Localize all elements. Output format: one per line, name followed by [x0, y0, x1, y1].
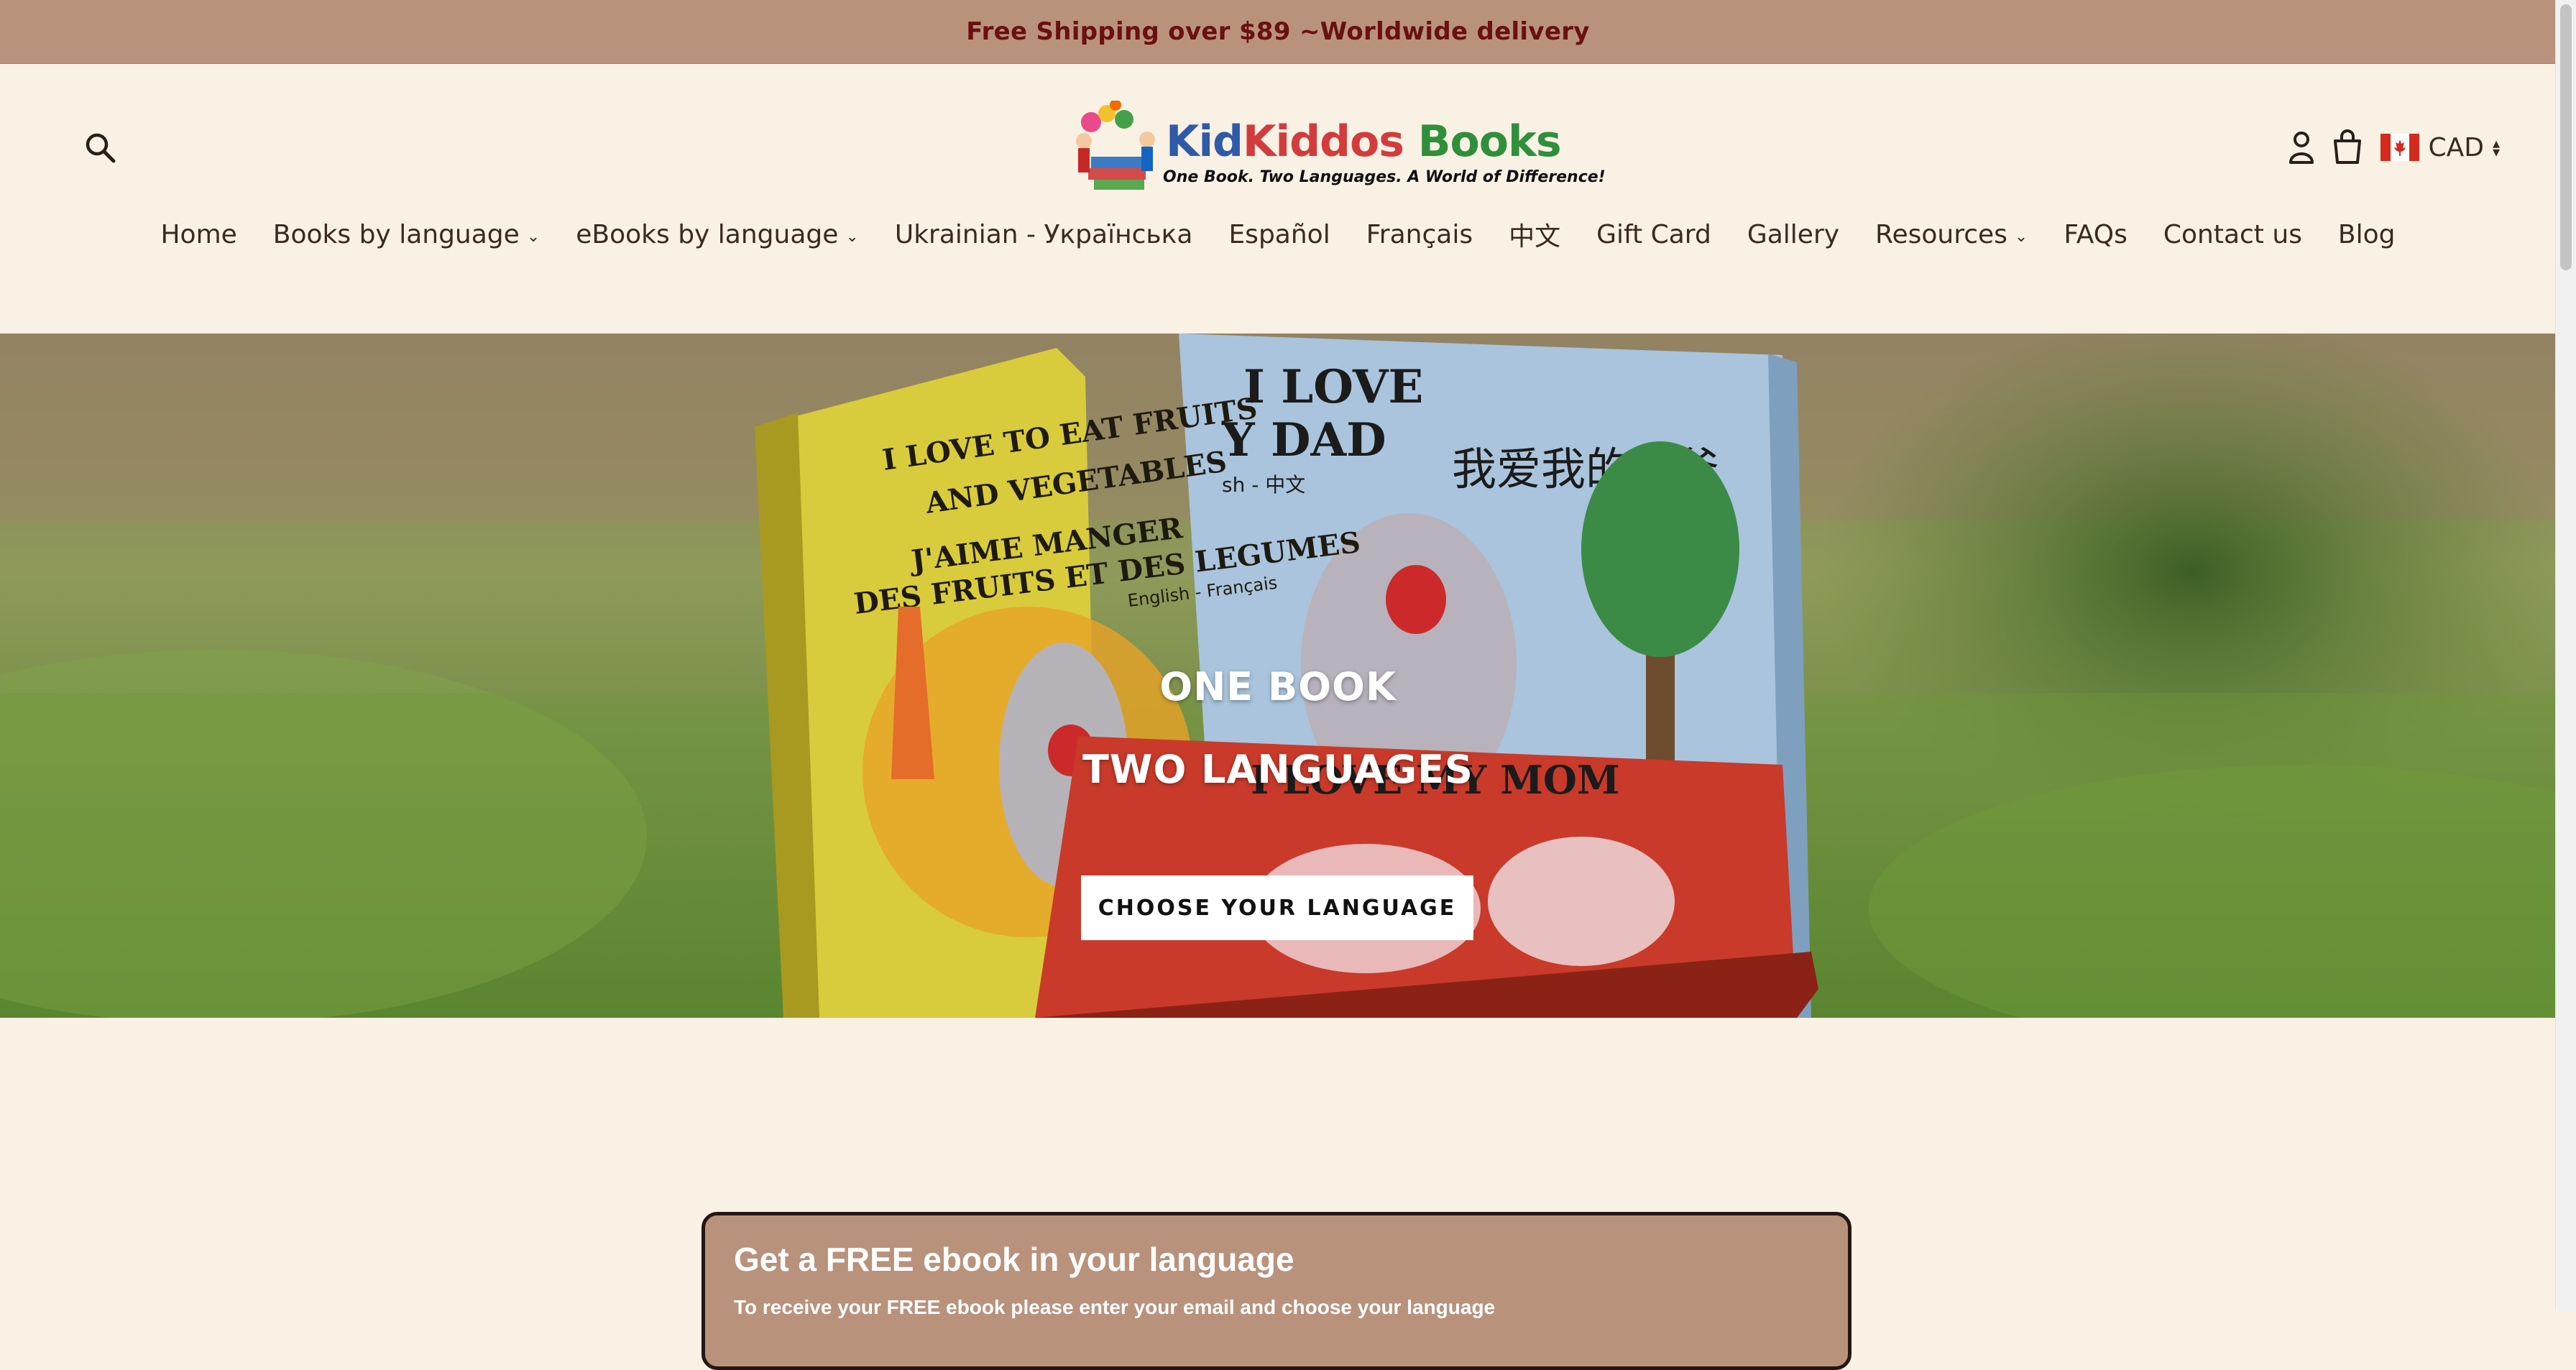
free-ebook-signup: Get a FREE ebook in your language To rec… [702, 1212, 1852, 1370]
announcement-text: Free Shipping over $89 ~Worldwide delive… [966, 17, 1590, 46]
logo-word-kiddos: Kiddos [1243, 116, 1404, 167]
header-tools: CAD ▴ ▾ [2283, 124, 2500, 171]
choose-language-button[interactable]: CHOOSE YOUR LANGUAGE [1081, 875, 1473, 940]
nav-item-label: Ukrainian - Українська [894, 219, 1193, 249]
logo-tagline: One Book. Two Languages. A World of Diff… [1163, 168, 1606, 186]
nav-item-label: Books by language [272, 219, 520, 249]
search-icon [86, 133, 116, 163]
promo-title: Get a FREE ebook in your language [734, 1241, 1294, 1278]
nav-item-blog[interactable]: Blog [2338, 216, 2396, 253]
site-logo[interactable]: KidKiddos Books One Book. Two Languages.… [1062, 101, 1606, 194]
chevron-down-icon: ⌄ [2014, 227, 2028, 246]
nav-item-label: Français [1366, 219, 1473, 249]
canada-flag-icon [2380, 134, 2420, 161]
chevron-down-icon: ⌄ [526, 227, 540, 246]
cart-icon [2334, 129, 2362, 164]
nav-item-label: Blog [2337, 219, 2396, 249]
hero-heading: ONE BOOK TWO LANGUAGES [0, 664, 2556, 792]
nav-item-label: Gift Card [1596, 219, 1711, 249]
scrollbar-thumb[interactable] [2560, 4, 2572, 270]
nav-item-label: 中文 [1509, 222, 1561, 252]
logo-word-books: Books [1403, 116, 1562, 167]
nav-item-contact-us[interactable]: Contact us [2163, 216, 2302, 253]
nav-item-label: Gallery [1747, 219, 1840, 249]
logo-wordmark: KidKiddos Books [1166, 116, 1562, 167]
nav-item-label: Resources [1875, 219, 2007, 249]
currency-arrows-icon: ▴ ▾ [2492, 134, 2500, 160]
currency-selector[interactable]: CAD ▴ ▾ [2380, 133, 2500, 162]
nav-item-label: Home [160, 219, 237, 249]
account-button[interactable] [2283, 126, 2320, 169]
logo-kids-illustration [1076, 101, 1155, 190]
announcement-bar: Free Shipping over $89 ~Worldwide delive… [0, 0, 2556, 64]
nav-item-label: eBooks by language [576, 219, 839, 249]
search-button[interactable] [82, 129, 119, 167]
nav-item-home[interactable]: Home [160, 216, 236, 253]
nav-item-faqs[interactable]: FAQs [2064, 216, 2128, 253]
currency-code: CAD [2428, 132, 2484, 162]
nav-item-books-by-language[interactable]: Books by language ⌄ [273, 216, 540, 253]
page-scrollbar[interactable] [2555, 0, 2576, 1311]
svg-text:I LOVE: I LOVE [1243, 360, 1423, 414]
user-icon [2289, 132, 2314, 164]
cart-button[interactable] [2329, 126, 2366, 169]
chevron-down-icon: ⌄ [845, 227, 859, 246]
nav-item-gallery[interactable]: Gallery [1747, 216, 1839, 253]
nav-item-ukrainian[interactable]: Ukrainian - Українська [895, 216, 1193, 253]
nav-item-resources[interactable]: Resources ⌄ [1875, 216, 2028, 253]
nav-item-francais[interactable]: Français [1366, 216, 1473, 253]
logo-word-kid: Kid [1166, 116, 1243, 167]
nav-item-label: Contact us [2163, 219, 2302, 249]
main-navigation: Home Books by language ⌄ eBooks by langua… [0, 216, 2556, 253]
nav-item-espanol[interactable]: Español [1228, 216, 1330, 253]
nav-item-chinese[interactable]: 中文 [1509, 216, 1560, 253]
hero-line-two: TWO LANGUAGES [1082, 747, 1473, 792]
promo-subtitle: To receive your FREE ebook please enter … [734, 1296, 1496, 1318]
nav-item-gift-card[interactable]: Gift Card [1596, 216, 1711, 253]
svg-text:sh - 中文: sh - 中文 [1222, 473, 1305, 497]
nav-item-label: Español [1228, 219, 1330, 249]
hero-line-one: ONE BOOK [1159, 664, 1397, 709]
hero-banner: I LOVE Y DAD 我爱我的爸爸 sh - 中文 I LOVE TO EA… [0, 334, 2556, 1018]
nav-item-ebooks-by-language[interactable]: eBooks by language ⌄ [576, 216, 859, 253]
nav-item-label: FAQs [2064, 219, 2128, 249]
